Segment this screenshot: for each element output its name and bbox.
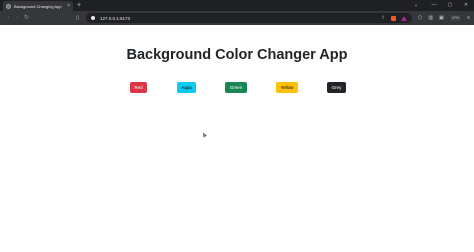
tab-bar: Background Changing App × + ⌄ — ▢ ✕ [0,0,474,11]
close-window-button[interactable]: ✕ [458,0,474,11]
aqua-button[interactable]: Aqua [177,82,196,93]
brave-rewards-icon[interactable] [401,15,408,21]
site-info-icon[interactable] [91,16,95,20]
favicon-icon [6,3,11,9]
tab-search-icon[interactable]: ⌄ [410,0,422,11]
red-button[interactable]: Red [130,82,147,93]
reload-button[interactable]: ↻ [22,11,31,25]
forward-button[interactable]: › [13,11,22,25]
maximize-button[interactable]: ▢ [442,0,458,11]
page-title: Background Color Changer App [126,47,348,63]
wallet-icon[interactable]: ▣ [439,11,444,25]
green-button[interactable]: Green [225,82,247,93]
address-bar[interactable]: 127.0.0.1:5173 ⇪ [86,13,413,23]
vpn-label: VPN [451,16,460,20]
brave-shields-icon[interactable] [391,15,397,21]
sidebar-icon[interactable]: ▥ [428,11,433,25]
window-controls: ⌄ — ▢ ✕ [410,0,474,11]
tab-close-icon[interactable]: × [67,3,70,9]
mouse-cursor-icon [201,131,207,138]
url-text[interactable]: 127.0.0.1:5173 [100,16,130,21]
minimize-button[interactable]: — [426,0,442,11]
vpn-button[interactable]: VPN [449,15,462,21]
back-button[interactable]: ‹ [4,11,13,25]
new-tab-button[interactable]: + [77,1,81,11]
share-icon[interactable]: ⇪ [381,15,385,21]
browser-toolbar: ‹ › ↻ ▯ 127.0.0.1:5173 ⇪ ⬡ ▥ ▣ VPN ≡ [0,11,474,25]
menu-icon[interactable]: ≡ [467,11,470,25]
bookmark-icon[interactable]: ▯ [73,15,82,21]
extensions-icon[interactable]: ⬡ [418,11,422,25]
browser-tab[interactable]: Background Changing App × [3,1,73,11]
tab-title: Background Changing App [14,3,62,9]
grey-button[interactable]: Grey [327,82,346,93]
yellow-button[interactable]: Yellow [276,82,298,93]
